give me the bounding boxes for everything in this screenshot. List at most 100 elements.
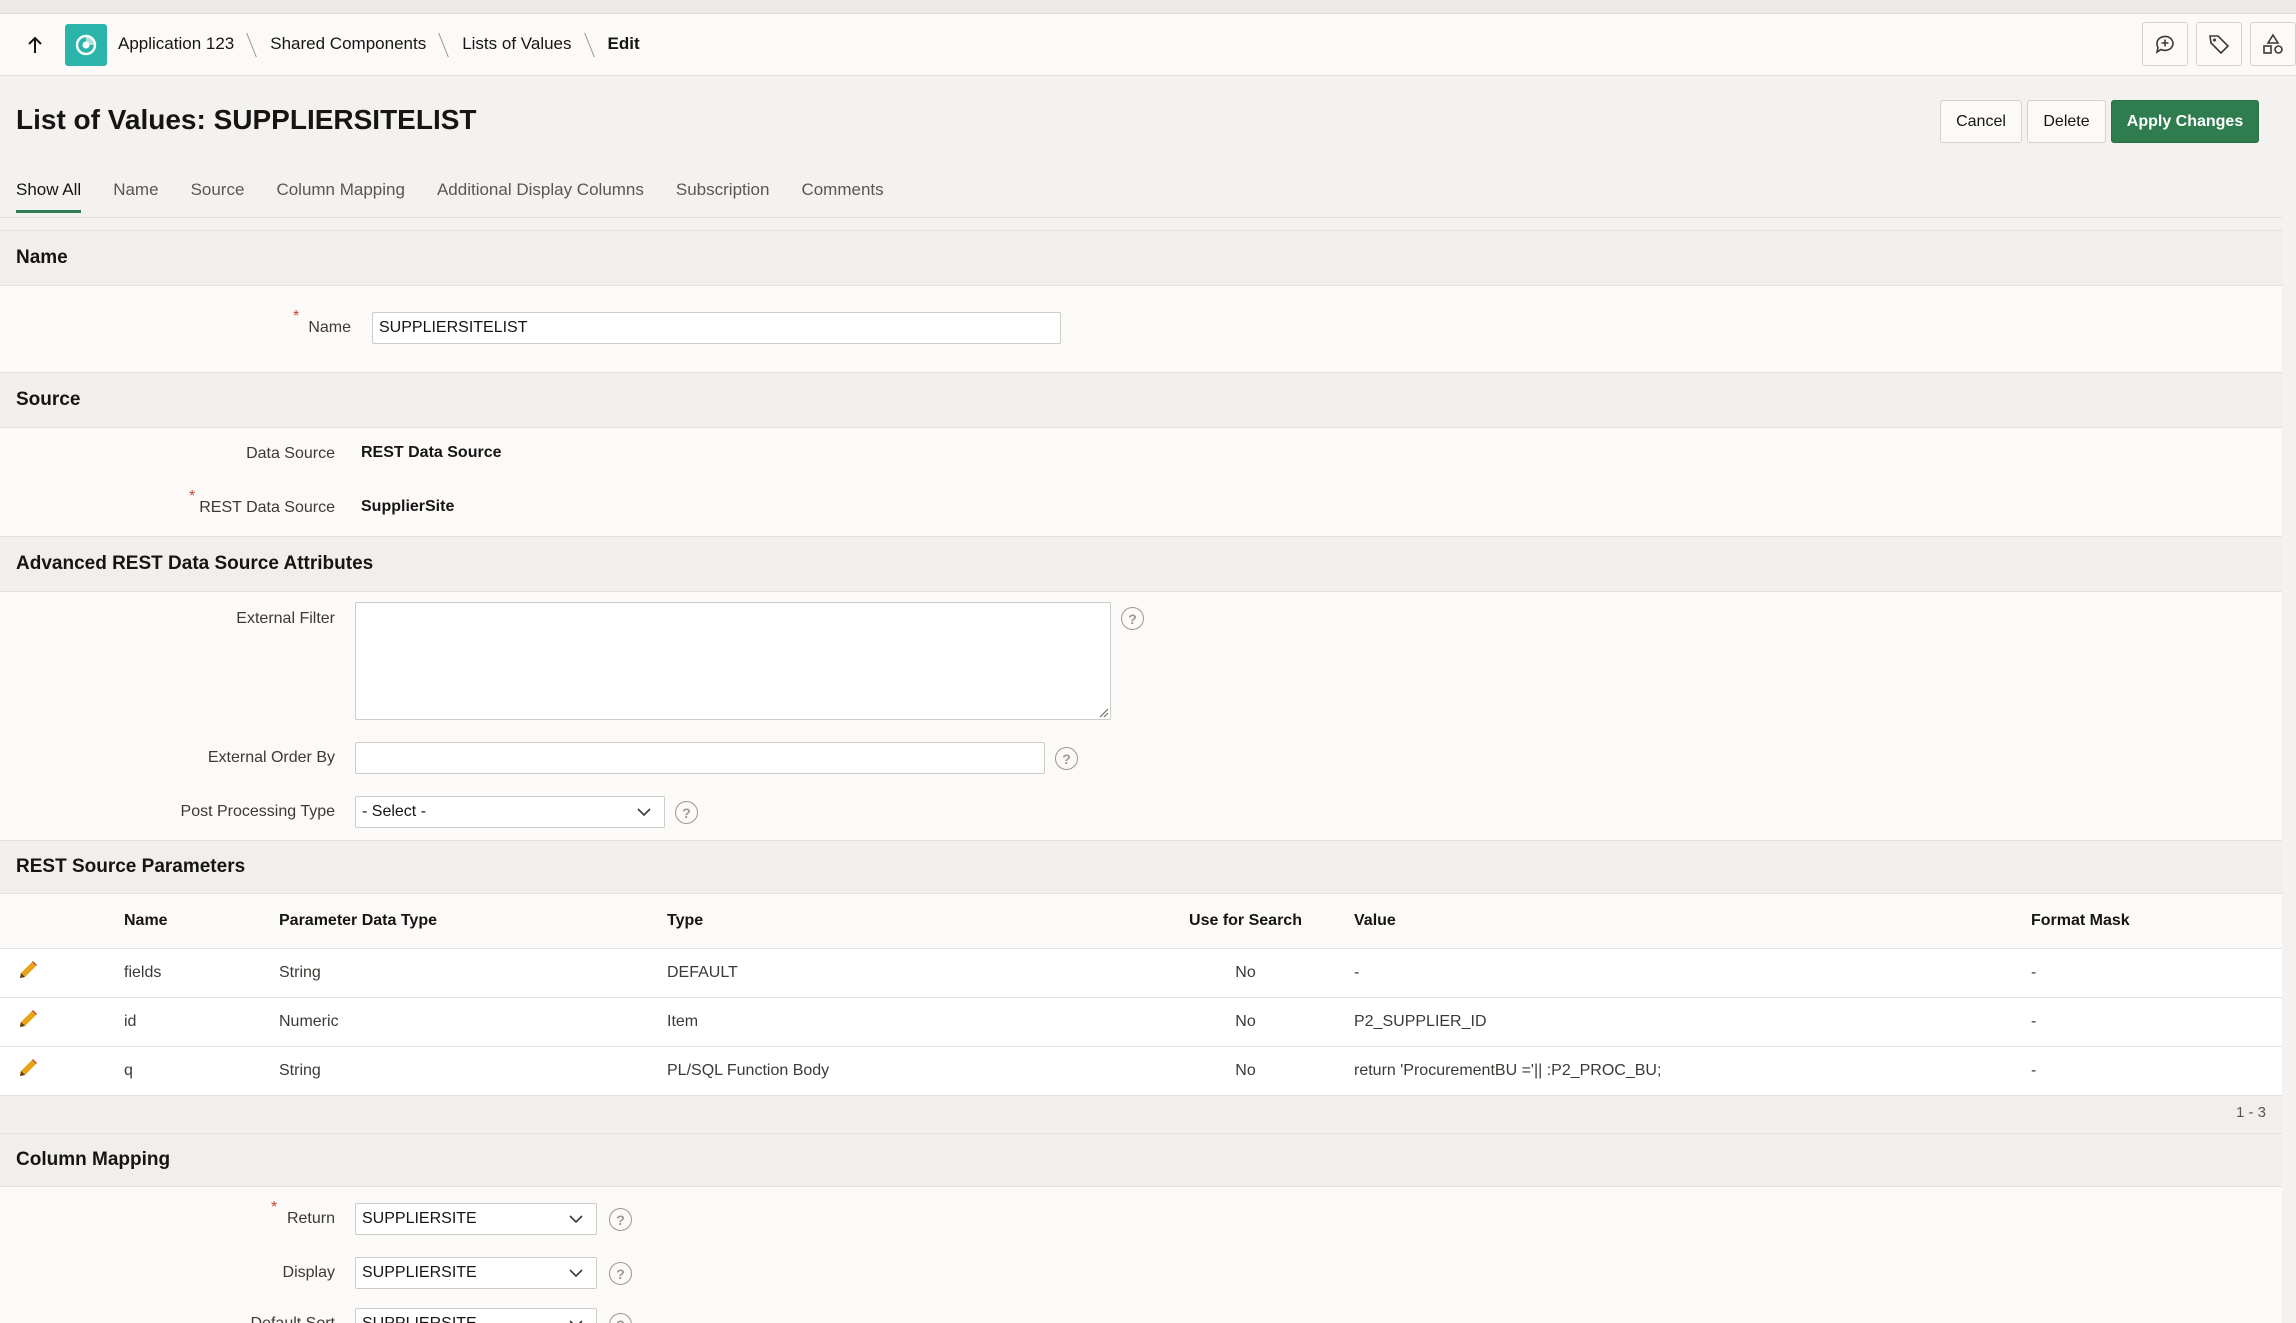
chevron-down-icon (637, 808, 651, 817)
tab-source[interactable]: Source (191, 180, 245, 213)
parameters-table: Name Parameter Data Type Type Use for Se… (0, 894, 2282, 1096)
tab-show-all[interactable]: Show All (16, 180, 82, 213)
tag-icon (2209, 35, 2230, 55)
table-row: id Numeric Item No P2_SUPPLIER_ID - (0, 997, 2282, 1047)
param-format-mask: - (2031, 997, 2282, 1047)
table-header-row: Name Parameter Data Type Type Use for Se… (0, 894, 2282, 949)
tab-subscription[interactable]: Subscription (676, 180, 770, 213)
rest-data-source-label: REST Data Source (199, 499, 335, 516)
rest-source-parameters-region: REST Source Parameters Name Parameter Da… (0, 840, 2282, 1130)
chevron-down-icon (569, 1269, 583, 1278)
column-header-format-mask[interactable]: Format Mask (2031, 894, 2282, 949)
table-row: q String PL/SQL Function Body No return … (0, 1046, 2282, 1096)
column-header-parameter-data-type[interactable]: Parameter Data Type (279, 894, 667, 949)
name-label: Name (308, 319, 351, 336)
column-mapping-body: * Return SUPPLIERSITE ? Display SUPPLIER… (0, 1187, 2282, 1323)
default-sort-value: SUPPLIERSITE (362, 1315, 477, 1323)
name-region-body: * Name (0, 286, 2282, 372)
region-tabs: Show All Name Source Column Mapping Addi… (16, 180, 916, 213)
param-use-for-search: No (1137, 948, 1354, 998)
data-source-label: Data Source (246, 445, 335, 462)
column-header-type[interactable]: Type (667, 894, 1137, 949)
edit-row-button[interactable] (0, 997, 124, 1047)
shared-components-button[interactable] (2250, 22, 2296, 66)
source-region: Source Data Source REST Data Source * RE… (0, 372, 2282, 536)
page-title: List of Values: SUPPLIERSITELIST (16, 104, 477, 135)
name-input[interactable] (372, 312, 1061, 344)
external-order-by-label: External Order By (207, 749, 335, 766)
param-name: q (124, 1046, 279, 1096)
external-order-by-input[interactable] (355, 742, 1045, 774)
display-label: Display (282, 1264, 335, 1281)
name-region-title: Name (0, 230, 2282, 286)
help-icon[interactable]: ? (1055, 747, 1078, 770)
rest-data-source-value: SupplierSite (361, 498, 455, 515)
cancel-button[interactable]: Cancel (1940, 100, 2022, 143)
display-select[interactable]: SUPPLIERSITE (355, 1257, 597, 1289)
pencil-icon (20, 961, 37, 978)
param-type: PL/SQL Function Body (667, 1046, 1137, 1096)
shapes-icon (2263, 33, 2283, 54)
param-type: Item (667, 997, 1137, 1047)
param-use-for-search: No (1137, 1046, 1354, 1096)
help-icon[interactable]: ? (1121, 607, 1144, 630)
apply-changes-button[interactable]: Apply Changes (2111, 100, 2259, 143)
tab-column-mapping[interactable]: Column Mapping (276, 180, 405, 213)
breadcrumb-separator (583, 33, 597, 55)
param-value: return 'ProcurementBU ='|| :P2_PROC_BU; (1354, 1046, 2031, 1096)
column-header-value[interactable]: Value (1354, 894, 2031, 949)
source-region-title: Source (0, 372, 2282, 428)
edit-row-button[interactable] (0, 948, 124, 998)
external-filter-label: External Filter (236, 610, 335, 627)
param-value: P2_SUPPLIER_ID (1354, 997, 2031, 1047)
breadcrumb-separator (245, 33, 259, 55)
resize-grip-icon[interactable] (1097, 706, 1109, 718)
breadcrumb-shared-components[interactable]: Shared Components (270, 34, 426, 54)
param-value: - (1354, 948, 2031, 998)
tabs-divider (0, 217, 2282, 218)
advanced-rest-region: Advanced REST Data Source Attributes Ext… (0, 536, 2282, 840)
pencil-icon (20, 1059, 37, 1076)
default-sort-select[interactable]: SUPPLIERSITE (355, 1308, 597, 1323)
name-region: Name * Name (0, 230, 2282, 372)
build-options-button[interactable] (2196, 22, 2242, 66)
advanced-rest-region-title: Advanced REST Data Source Attributes (0, 536, 2282, 592)
param-use-for-search: No (1137, 997, 1354, 1047)
top-strip (0, 0, 2296, 14)
help-icon[interactable]: ? (609, 1262, 632, 1285)
edit-row-button[interactable] (0, 1046, 124, 1096)
table-row: fields String DEFAULT No - - (0, 948, 2282, 998)
tab-additional-display-columns[interactable]: Additional Display Columns (437, 180, 644, 213)
breadcrumb-application[interactable]: Application 123 (118, 34, 234, 54)
param-type: DEFAULT (667, 948, 1137, 998)
chevron-down-icon (569, 1215, 583, 1224)
column-header-use-for-search[interactable]: Use for Search (1137, 894, 1354, 949)
source-region-body: Data Source REST Data Source * REST Data… (0, 428, 2282, 536)
up-arrow-icon[interactable] (20, 30, 50, 60)
breadcrumb-current: Edit (607, 34, 640, 53)
delete-button[interactable]: Delete (2027, 100, 2106, 143)
return-select[interactable]: SUPPLIERSITE (355, 1203, 597, 1235)
help-icon[interactable]: ? (609, 1208, 632, 1231)
param-format-mask: - (2031, 948, 2282, 998)
tab-comments[interactable]: Comments (801, 180, 883, 213)
help-icon[interactable]: ? (675, 801, 698, 824)
breadcrumb-separator (437, 33, 451, 55)
app-icon[interactable] (65, 24, 107, 66)
post-processing-type-select[interactable]: - Select - (355, 796, 665, 828)
chat-plus-icon (2155, 35, 2174, 54)
tab-name[interactable]: Name (113, 180, 158, 213)
feedback-button[interactable] (2142, 22, 2188, 66)
breadcrumb-lists-of-values[interactable]: Lists of Values (462, 34, 571, 54)
help-icon[interactable]: ? (609, 1313, 632, 1323)
breadcrumb: Application 123 Shared Components Lists … (118, 33, 640, 55)
navigation-bar: Application 123 Shared Components Lists … (0, 14, 2296, 76)
post-processing-type-label: Post Processing Type (180, 803, 335, 820)
rest-source-parameters-title: REST Source Parameters (0, 840, 2282, 894)
external-filter-textarea[interactable] (355, 602, 1111, 720)
chevron-down-icon (569, 1320, 583, 1323)
column-header-name[interactable]: Name (124, 894, 279, 949)
post-processing-type-value: - Select - (362, 803, 427, 820)
column-mapping-region: Column Mapping * Return SUPPLIERSITE ? D… (0, 1133, 2282, 1323)
return-label: Return (286, 1210, 335, 1227)
